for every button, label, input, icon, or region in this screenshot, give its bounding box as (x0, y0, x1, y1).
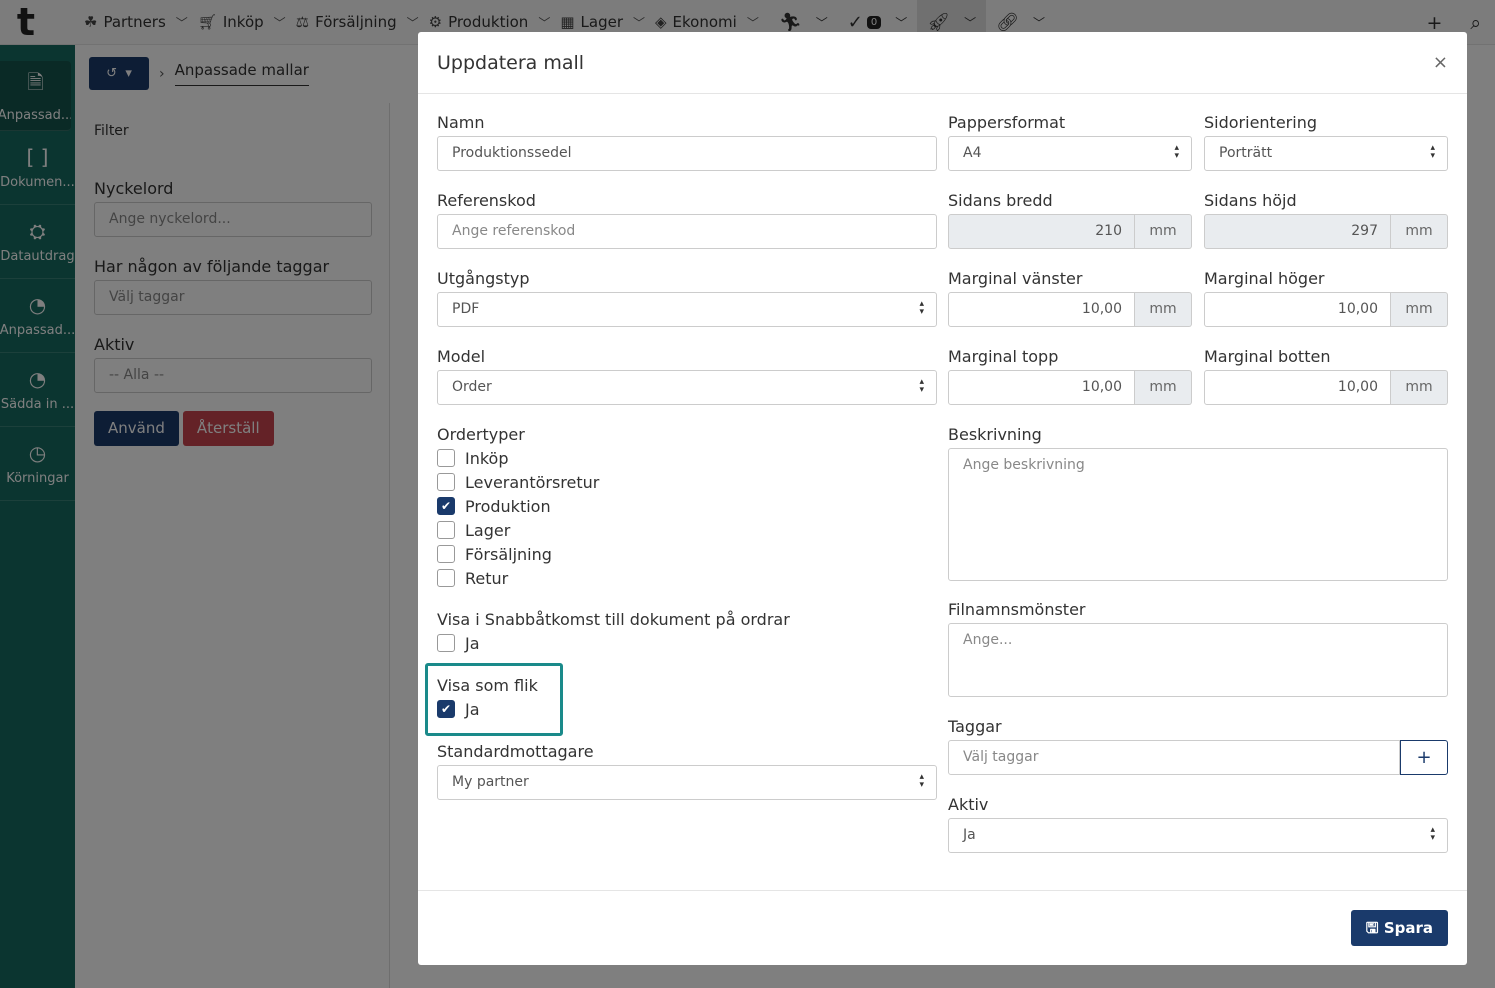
default-recipient-select[interactable]: My partner (437, 765, 937, 800)
show-as-tab-checkbox[interactable]: ✔ (437, 700, 455, 718)
show-as-tab-label: Visa som flik (437, 676, 538, 695)
ordertype-checkbox[interactable]: ✔ (437, 497, 455, 515)
margin-bottom-input[interactable]: 10,00 (1204, 370, 1391, 405)
ordertype-label: Retur (465, 568, 509, 588)
unit-addon: mm (1391, 292, 1448, 327)
ordertype-checkbox[interactable] (437, 521, 455, 539)
margin-top-input[interactable]: 10,00 (948, 370, 1135, 405)
active-select[interactable]: Ja (948, 818, 1448, 853)
output-type-label: Utgångstyp (437, 269, 530, 288)
ordertype-label: Leverantörsretur (465, 472, 600, 492)
modal-footer: 🖫︎ Spara (418, 890, 1467, 965)
description-label: Beskrivning (948, 425, 1042, 444)
orientation-label: Sidorientering (1204, 113, 1317, 132)
unit-addon: mm (1391, 214, 1448, 249)
ordertype-label: Inköp (465, 448, 509, 468)
ordertype-checkbox-row[interactable]: Lager (437, 518, 937, 542)
quick-access-label: Visa i Snabbåtkomst till dokument på ord… (437, 610, 790, 629)
margin-left-input[interactable]: 10,00 (948, 292, 1135, 327)
page-height-input: 297 (1204, 214, 1391, 249)
tags-label: Taggar (948, 717, 1002, 736)
paper-format-label: Pappersformat (948, 113, 1066, 132)
quick-access-checkbox[interactable] (437, 634, 455, 652)
ordertype-checkbox[interactable] (437, 449, 455, 467)
ordertype-checkbox-row[interactable]: Inköp (437, 446, 937, 470)
model-label: Model (437, 347, 486, 366)
add-tag-button[interactable]: + (1400, 740, 1448, 775)
ordertype-label: Försäljning (465, 544, 552, 564)
close-icon[interactable]: × (1433, 52, 1448, 73)
ordertype-checkbox-row[interactable]: Retur (437, 566, 937, 590)
page-height-label: Sidans höjd (1204, 191, 1297, 210)
name-label: Namn (437, 113, 485, 132)
quick-access-checkbox-row[interactable]: Ja (437, 631, 937, 655)
floppy-icon: 🖫︎ (1365, 919, 1379, 937)
margin-right-input[interactable]: 10,00 (1204, 292, 1391, 327)
ordertype-label: Lager (465, 520, 511, 540)
margin-top-label: Marginal topp (948, 347, 1059, 366)
name-input[interactable]: Produktionssedel (437, 136, 937, 171)
ordertype-label: Produktion (465, 496, 551, 516)
modal-title: Uppdatera mall (437, 51, 585, 74)
margin-right-label: Marginal höger (1204, 269, 1325, 288)
margin-left-label: Marginal vänster (948, 269, 1083, 288)
ordertypes-list: Inköp Leverantörsretur ✔ Produktion Lager För… (437, 446, 937, 590)
ordertype-checkbox[interactable] (437, 545, 455, 563)
ordertype-checkbox-row[interactable]: ✔ Produktion (437, 494, 937, 518)
paper-format-select[interactable]: A4 (948, 136, 1192, 171)
filename-pattern-textarea[interactable]: Ange... (948, 623, 1448, 697)
ordertypes-label: Ordertyper (437, 425, 525, 444)
output-type-select[interactable]: PDF (437, 292, 937, 327)
show-as-tab-checkbox-row[interactable]: ✔ Ja (437, 697, 637, 721)
unit-addon: mm (1391, 370, 1448, 405)
ordertype-checkbox-row[interactable]: Leverantörsretur (437, 470, 937, 494)
reference-input[interactable]: Ange referenskod (437, 214, 937, 249)
page-width-input: 210 (948, 214, 1135, 249)
model-select[interactable]: Order (437, 370, 937, 405)
ordertype-checkbox-row[interactable]: Försäljning (437, 542, 937, 566)
filename-pattern-label: Filnamnsmönster (948, 600, 1086, 619)
unit-addon: mm (1135, 292, 1192, 327)
margin-bottom-label: Marginal botten (1204, 347, 1331, 366)
orientation-select[interactable]: Porträtt (1204, 136, 1448, 171)
reference-label: Referenskod (437, 191, 536, 210)
ordertype-checkbox[interactable] (437, 473, 455, 491)
unit-addon: mm (1135, 370, 1192, 405)
active-label: Aktiv (948, 795, 989, 814)
default-recipient-label: Standardmottagare (437, 742, 594, 761)
page-width-label: Sidans bredd (948, 191, 1053, 210)
unit-addon: mm (1135, 214, 1192, 249)
ordertype-checkbox[interactable] (437, 569, 455, 587)
update-template-modal: Uppdatera mall × Namn Produktionssedel R… (418, 32, 1467, 965)
description-textarea[interactable]: Ange beskrivning (948, 448, 1448, 581)
tags-input[interactable]: Välj taggar (948, 740, 1400, 775)
save-button[interactable]: 🖫︎ Spara (1350, 910, 1448, 946)
